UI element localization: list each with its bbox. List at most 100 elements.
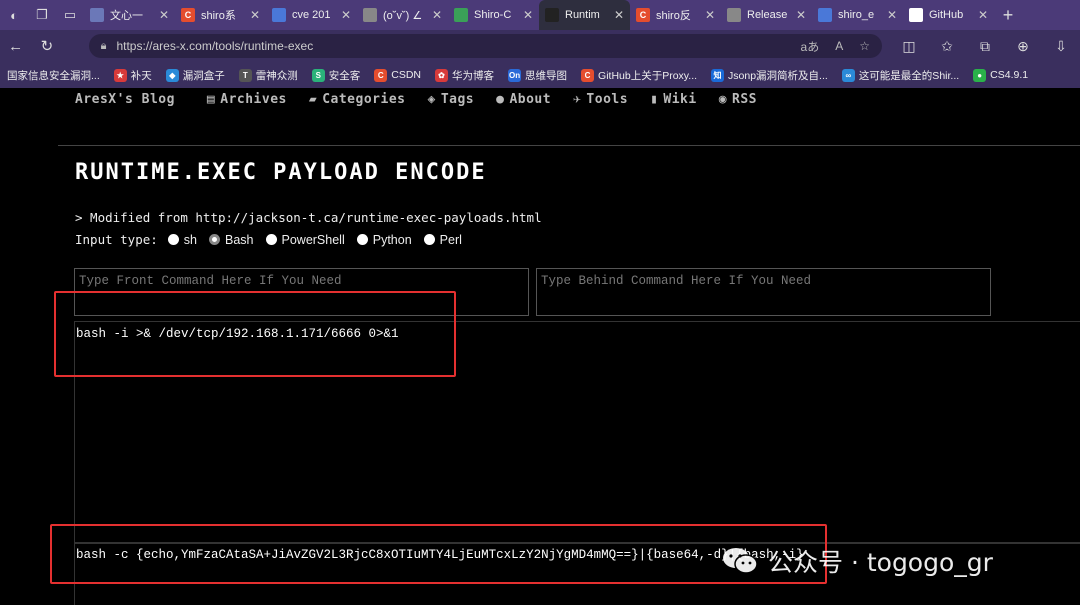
radio-bash[interactable]: Bash xyxy=(209,233,254,247)
favorites-icon[interactable]: ✩ xyxy=(928,38,966,55)
bookmark-item[interactable]: S 安全客 xyxy=(305,68,368,83)
browser-tab[interactable]: cve 201 ✕ xyxy=(266,0,357,30)
url-text[interactable]: https://ares-x.com/tools/runtime-exec xyxy=(116,39,784,53)
radio-dot-icon[interactable] xyxy=(423,234,435,245)
tab-label: shiro反 xyxy=(656,10,691,22)
tab-close-icon[interactable]: ✕ xyxy=(796,8,806,22)
tab-label: Shiro-C xyxy=(474,9,512,21)
site-nav-tools[interactable]: ✈ Tools xyxy=(573,92,628,107)
radio-dot-icon[interactable] xyxy=(356,234,368,245)
bookmark-item[interactable]: ★ 补天 xyxy=(107,68,159,83)
site-nav-tags[interactable]: ◈ Tags xyxy=(427,92,474,107)
collections-icon[interactable]: ⧉ xyxy=(966,38,1004,55)
url-input[interactable]: 🔒︎ https://ares-x.com/tools/runtime-exec… xyxy=(88,34,883,58)
tab-favicon-icon xyxy=(272,8,286,22)
bookmark-favicon-icon: ● xyxy=(973,68,987,82)
bookmark-favicon-icon: ★ xyxy=(113,68,127,82)
tab-label: Runtim xyxy=(565,9,600,21)
nav-label: Wiki xyxy=(663,92,697,107)
tab-close-icon[interactable]: ✕ xyxy=(432,8,442,22)
bookmark-item[interactable]: ✿ 华为博客 xyxy=(428,68,501,83)
browser-tab[interactable]: shiro_e ✕ xyxy=(812,0,903,30)
site-brand[interactable]: AresX's Blog xyxy=(75,92,175,107)
radio-python[interactable]: Python xyxy=(356,233,412,247)
tab-label: (o˘v˘) ∠ xyxy=(383,9,423,22)
tabs: 文心一 ✕ Cshiro系 ✕ cve 201 ✕ (o˘v˘) ∠ ✕ Shiro-C ✕ Run… xyxy=(84,0,994,30)
font-icon[interactable]: A xyxy=(835,39,843,53)
tab-close-icon[interactable]: ✕ xyxy=(250,8,260,22)
browser-tab[interactable]: Release ✕ xyxy=(721,0,812,30)
tab-close-icon[interactable]: ✕ xyxy=(523,8,533,22)
back-icon[interactable]: ← xyxy=(0,38,31,55)
page-content: AresX's Blog ▤ Archives ▰ Categories ◈ Tags ● A… xyxy=(0,88,1080,605)
tab-close-icon[interactable]: ✕ xyxy=(614,8,624,22)
radio-perl[interactable]: Perl xyxy=(423,232,462,247)
radio-dot-icon[interactable] xyxy=(265,234,277,245)
refresh-icon[interactable]: ↻ xyxy=(31,37,62,55)
tab-close-icon[interactable]: ✕ xyxy=(159,8,169,22)
browser-tab[interactable]: Cshiro系 ✕ xyxy=(175,0,266,30)
site-nav-about[interactable]: ● About xyxy=(496,92,551,107)
browser-tab[interactable]: GitHub ✕ xyxy=(903,0,994,30)
tab-favicon-icon xyxy=(363,8,377,22)
bookmark-favicon-icon: C xyxy=(581,68,595,82)
extensions-icon[interactable]: ⊕ xyxy=(1004,38,1042,55)
bookmark-item[interactable]: 知 Jsonp漏洞简析及自... xyxy=(704,68,835,83)
lock-icon[interactable]: 🔒︎ xyxy=(101,40,107,53)
workspaces-icon[interactable]: ❐ xyxy=(28,0,56,30)
tab-favicon-icon: C xyxy=(636,8,650,22)
nav-label: Categories xyxy=(322,92,406,107)
radio-dot-icon[interactable] xyxy=(167,234,179,245)
nav-tags-icon: ◈ xyxy=(427,92,436,107)
highlight-box-input xyxy=(54,291,456,377)
nav-wiki-icon: ▮ xyxy=(650,92,659,107)
tab-favicon-icon: C xyxy=(181,8,195,22)
browser-tab[interactable]: Runtim ✕ xyxy=(539,0,630,30)
new-tab-button[interactable]: + xyxy=(994,5,1022,26)
bookmark-label: CS4.9.1 xyxy=(990,69,1029,81)
highlight-box-output xyxy=(50,524,827,584)
bookmark-item[interactable]: ∞ 这可能是最全的Shir... xyxy=(835,68,966,83)
site-nav-wiki[interactable]: ▮ Wiki xyxy=(650,92,697,107)
tab-close-icon[interactable]: ✕ xyxy=(705,8,715,22)
browser-tab[interactable]: (o˘v˘) ∠ ✕ xyxy=(357,0,448,30)
page-title: RUNTIME.EXEC PAYLOAD ENCODE xyxy=(75,160,487,185)
site-nav-rss[interactable]: ◉ RSS xyxy=(719,92,757,107)
watermark: 公众号 · togogo_gr xyxy=(722,543,993,579)
radio-sh[interactable]: sh xyxy=(167,232,197,247)
bookmark-label: 国家信息安全漏洞... xyxy=(7,69,100,82)
radio-dot-icon[interactable] xyxy=(209,234,220,245)
bookmark-item[interactable]: ◆ 漏洞盒子 xyxy=(159,68,232,83)
bookmark-favicon-icon: C xyxy=(374,68,388,82)
bookmark-label: 漏洞盒子 xyxy=(182,69,225,82)
tab-actions-icon[interactable]: ▭ xyxy=(56,0,84,30)
radio-label: sh xyxy=(183,232,197,247)
profile-icon[interactable]: ◐ xyxy=(0,0,28,30)
bookmark-item[interactable]: C GitHub上关于Proxy... xyxy=(574,68,704,83)
split-screen-icon[interactable]: ◫ xyxy=(890,38,928,55)
favorite-star-icon[interactable]: ☆ xyxy=(859,39,870,53)
tab-close-icon[interactable]: ✕ xyxy=(341,8,351,22)
modified-note: > Modified from http://jackson-t.ca/runt… xyxy=(75,210,542,225)
bookmark-item[interactable]: C CSDN xyxy=(367,68,428,82)
radio-powershell[interactable]: PowerShell xyxy=(265,233,345,247)
site-nav-archives[interactable]: ▤ Archives xyxy=(207,92,287,107)
bookmark-item[interactable]: ● CS4.9.1 xyxy=(966,68,1035,82)
browser-tab[interactable]: 文心一 ✕ xyxy=(84,0,175,30)
browser-tab[interactable]: Cshiro反 ✕ xyxy=(630,0,721,30)
bookmark-item[interactable]: T 雷神众测 xyxy=(232,68,305,83)
bookmark-item[interactable]: 国家信息安全漏洞... xyxy=(0,68,107,83)
read-aloud-icon[interactable]: aあ xyxy=(801,38,820,55)
tab-close-icon[interactable]: ✕ xyxy=(887,8,897,22)
bookmark-label: GitHub上关于Proxy... xyxy=(598,69,698,82)
site-nav-categories[interactable]: ▰ Categories xyxy=(309,92,406,107)
radio-label: Perl xyxy=(439,232,462,247)
bookmark-label: 补天 xyxy=(130,69,152,82)
input-type-label: Input type: xyxy=(75,232,158,247)
bookmark-favicon-icon: ◆ xyxy=(165,68,179,82)
browser-tab[interactable]: Shiro-C ✕ xyxy=(448,0,539,30)
downloads-icon[interactable]: ⇩ xyxy=(1042,38,1080,55)
tab-close-icon[interactable]: ✕ xyxy=(978,8,988,22)
behind-command-input[interactable]: Type Behind Command Here If You Need xyxy=(536,268,991,316)
bookmark-item[interactable]: On 思维导图 xyxy=(501,68,574,83)
